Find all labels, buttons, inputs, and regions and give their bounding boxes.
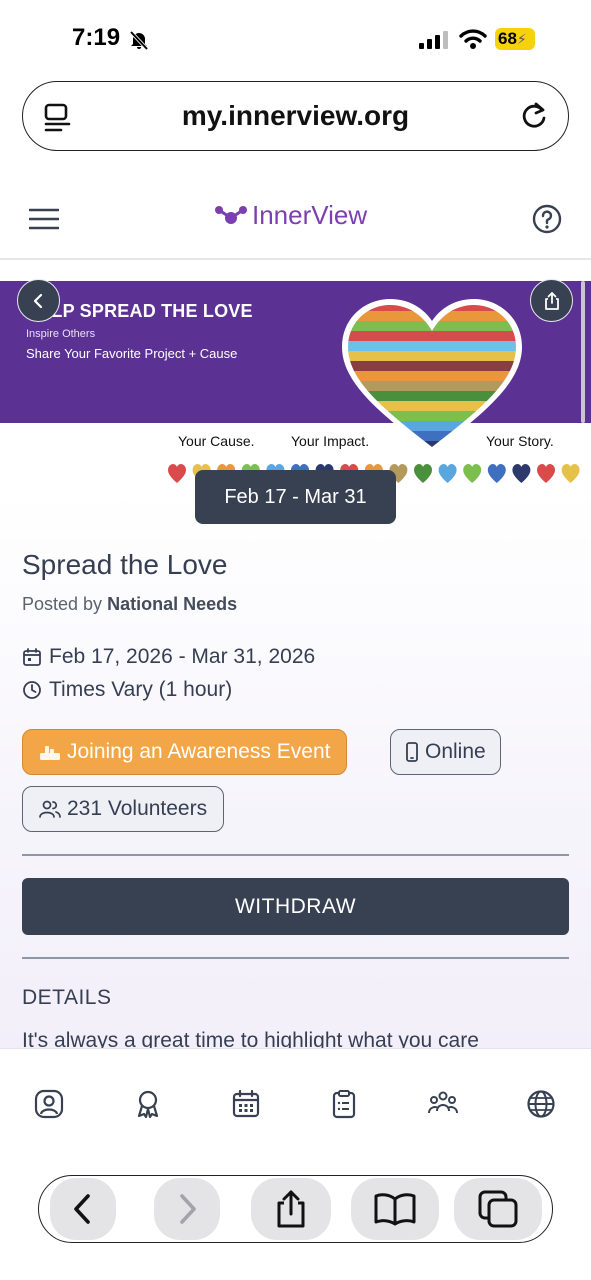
event-time: Times Vary (1 hour): [49, 678, 233, 701]
chevron-left-icon: [74, 1194, 90, 1224]
reload-icon[interactable]: [518, 100, 550, 132]
wifi-icon: [459, 29, 487, 49]
silent-bell-icon: [129, 30, 149, 51]
chevron-left-icon: [33, 293, 42, 308]
banner-label-story: Your Story.: [486, 433, 554, 449]
banner-title: HELP SPREAD THE LOVE: [26, 301, 253, 321]
achievements-nav-icon[interactable]: [133, 1089, 163, 1119]
event-banner-image: HELP SPREAD THE LOVE Inspire Others Shar…: [0, 281, 591, 491]
share-icon: [544, 291, 559, 310]
profile-nav-icon[interactable]: [34, 1089, 64, 1119]
clipboard-nav-icon[interactable]: [329, 1089, 359, 1119]
event-dates: Feb 17, 2026 - Mar 31, 2026: [49, 645, 316, 668]
banner-tagline: Share Your Favorite Project + Cause: [26, 346, 238, 361]
details-heading: DETAILS: [22, 986, 112, 1009]
volunteers-count: 231 Volunteers: [67, 797, 208, 820]
megaphone-hand-icon: [40, 746, 60, 760]
browser-toolbar: [38, 1175, 553, 1243]
innerview-logo-icon: [215, 206, 247, 224]
category-chip[interactable]: Joining an Awareness Event: [22, 729, 348, 775]
book-icon: [374, 1193, 416, 1226]
help-icon[interactable]: [532, 204, 562, 234]
back-button[interactable]: [17, 279, 60, 322]
browser-back-button[interactable]: [50, 1178, 116, 1240]
event-time-row: Times Vary (1 hour): [22, 678, 232, 702]
banner-label-cause: Your Cause.: [178, 433, 255, 449]
volunteers-chip[interactable]: 231 Volunteers: [22, 786, 225, 832]
posted-by-prefix: Posted by: [22, 594, 103, 614]
url-text[interactable]: my.innerview.org: [23, 100, 568, 132]
divider: [22, 854, 569, 856]
category-label: Joining an Awareness Event: [67, 740, 331, 763]
cellular-signal-icon: [419, 31, 448, 49]
banner-subtitle: Inspire Others: [26, 328, 96, 340]
small-heart: [168, 464, 186, 483]
calendar-nav-icon[interactable]: [231, 1089, 261, 1119]
app-header: InnerView: [0, 180, 591, 260]
clock-icon: [23, 681, 41, 699]
tabs-icon: [478, 1190, 518, 1228]
location-label: Online: [425, 740, 486, 763]
small-heart: [463, 464, 482, 483]
small-heart: [537, 464, 555, 483]
event-date-row: Feb 17, 2026 - Mar 31, 2026: [22, 645, 315, 669]
people-icon: [39, 800, 61, 818]
bottom-nav: [0, 1048, 591, 1158]
small-heart: [487, 464, 506, 483]
battery-indicator: 68⚡: [495, 28, 535, 50]
location-chip[interactable]: Online: [390, 729, 501, 775]
battery-level: 68: [498, 29, 517, 48]
posted-by: Posted by National Needs: [22, 594, 237, 615]
share-icon: [277, 1190, 305, 1228]
banner-scrollbar[interactable]: [581, 281, 585, 423]
globe-nav-icon[interactable]: [526, 1089, 556, 1119]
phone-icon: [406, 742, 418, 762]
browser-tabs-button[interactable]: [454, 1178, 542, 1240]
community-nav-icon[interactable]: [428, 1089, 458, 1119]
status-time: 7:19: [72, 24, 121, 51]
browser-bookmarks-button[interactable]: [351, 1178, 439, 1240]
share-event-button[interactable]: [530, 279, 573, 322]
address-bar[interactable]: my.innerview.org: [22, 81, 569, 151]
charging-bolt-icon: ⚡: [516, 31, 527, 47]
event-title: Spread the Love: [22, 549, 228, 580]
banner-label-impact: Your Impact.: [291, 433, 370, 449]
logo-text[interactable]: InnerView: [252, 200, 367, 231]
posted-by-org[interactable]: National Needs: [107, 594, 237, 614]
small-heart: [438, 464, 457, 483]
browser-share-button[interactable]: [251, 1178, 331, 1240]
chevron-right-icon: [180, 1194, 196, 1224]
divider: [22, 957, 569, 959]
small-heart: [561, 464, 580, 483]
date-range-badge: Feb 17 - Mar 31: [195, 470, 396, 524]
small-heart: [512, 464, 531, 483]
details-text: It's always a great time to highlight wh…: [22, 1029, 479, 1048]
withdraw-button[interactable]: WITHDRAW: [22, 878, 569, 935]
calendar-icon: [23, 648, 41, 666]
menu-icon[interactable]: [29, 207, 59, 231]
browser-forward-button[interactable]: [154, 1178, 220, 1240]
small-heart: [414, 464, 432, 483]
